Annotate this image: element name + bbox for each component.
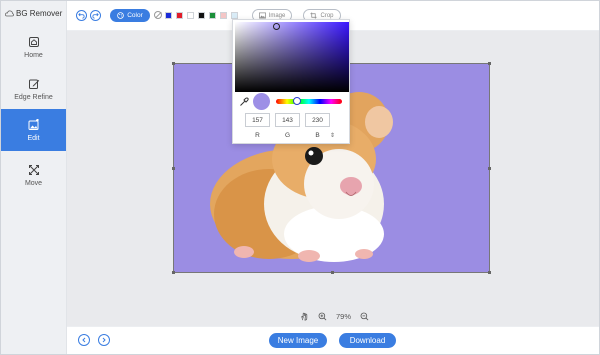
- sidebar-item-label: Move: [24, 179, 43, 187]
- color-swatch[interactable]: [198, 12, 205, 19]
- red-label: R: [255, 132, 260, 139]
- sidebar-item-edge-refine[interactable]: Edge Refine: [1, 68, 66, 110]
- undo-button[interactable]: [76, 10, 87, 21]
- bottom-bar: New Image Download: [67, 326, 599, 354]
- sidebar-item-label: Edit: [27, 134, 40, 142]
- sidebar-item-label: Home: [24, 51, 43, 59]
- color-swatch[interactable]: [231, 12, 238, 19]
- color-swatch[interactable]: [209, 12, 216, 19]
- palette-icon: [117, 12, 124, 19]
- zoom-in-icon[interactable]: [318, 312, 327, 321]
- color-preview-swatch: [253, 93, 270, 110]
- new-image-button[interactable]: New Image: [269, 333, 327, 348]
- cloud-logo-icon: [5, 10, 14, 16]
- home-icon: [28, 36, 39, 47]
- app-title-text: BG Remover: [16, 8, 63, 18]
- no-color-swatch[interactable]: [154, 11, 162, 19]
- sidebar-item-move[interactable]: Move: [1, 154, 66, 196]
- color-swatch[interactable]: [176, 12, 183, 19]
- resize-handle[interactable]: [331, 271, 334, 274]
- eyedropper-icon[interactable]: [239, 97, 249, 107]
- color-swatch[interactable]: [220, 12, 227, 19]
- resize-handle[interactable]: [172, 167, 175, 170]
- sidebar-item-edit[interactable]: Edit: [1, 109, 66, 151]
- hue-slider-track[interactable]: [276, 99, 342, 104]
- next-button[interactable]: [98, 334, 110, 346]
- blue-value-input[interactable]: 230: [305, 113, 330, 127]
- green-label: G: [284, 132, 291, 139]
- chevron-right-icon: [102, 337, 106, 343]
- red-value-input[interactable]: 157: [245, 113, 270, 127]
- redo-button[interactable]: [90, 10, 101, 21]
- color-mode-toggle[interactable]: ⇕: [330, 132, 335, 139]
- app-title: BG Remover: [5, 7, 62, 19]
- color-swatch[interactable]: [165, 12, 172, 19]
- zoom-controls: 79%: [300, 312, 369, 321]
- chevron-left-icon: [82, 337, 86, 343]
- image-icon: [258, 12, 266, 19]
- resize-handle[interactable]: [488, 167, 491, 170]
- saturation-cursor[interactable]: [273, 23, 280, 30]
- sidebar: BG Remover Home Edge Refine Edit Move: [1, 1, 67, 354]
- hand-pan-icon[interactable]: [300, 312, 309, 321]
- color-picker-popup: 157 143 230 R G B ⇕: [232, 19, 350, 144]
- sidebar-item-home[interactable]: Home: [1, 26, 66, 68]
- color-swatch[interactable]: [187, 12, 194, 19]
- resize-handle[interactable]: [488, 271, 491, 274]
- sidebar-item-label: Edge Refine: [14, 93, 53, 101]
- saturation-value-area[interactable]: [235, 22, 349, 92]
- move-arrows-icon: [28, 164, 39, 175]
- undo-icon: [78, 13, 85, 19]
- green-value-input[interactable]: 143: [275, 113, 300, 127]
- zoom-bar: 79%: [67, 308, 599, 326]
- redo-icon: [92, 13, 99, 19]
- resize-handle[interactable]: [172, 62, 175, 65]
- bg-remover-window: BG Remover Home Edge Refine Edit Move Co…: [0, 0, 600, 355]
- edit-pen-icon: [28, 79, 39, 89]
- zoom-out-icon[interactable]: [360, 312, 369, 321]
- color-tab-button[interactable]: Color: [110, 9, 150, 22]
- previous-button[interactable]: [78, 334, 90, 346]
- crop-tab-label: Crop: [320, 12, 334, 19]
- resize-handle[interactable]: [488, 62, 491, 65]
- download-button[interactable]: Download: [339, 333, 396, 348]
- resize-handle[interactable]: [172, 271, 175, 274]
- image-edit-icon: [28, 118, 39, 130]
- hue-slider-thumb[interactable]: [293, 97, 301, 105]
- crop-icon: [310, 12, 318, 19]
- image-tab-label: Image: [268, 12, 286, 19]
- zoom-level: 79%: [336, 312, 352, 321]
- color-tab-label: Color: [127, 12, 143, 19]
- blue-label: B: [315, 132, 320, 139]
